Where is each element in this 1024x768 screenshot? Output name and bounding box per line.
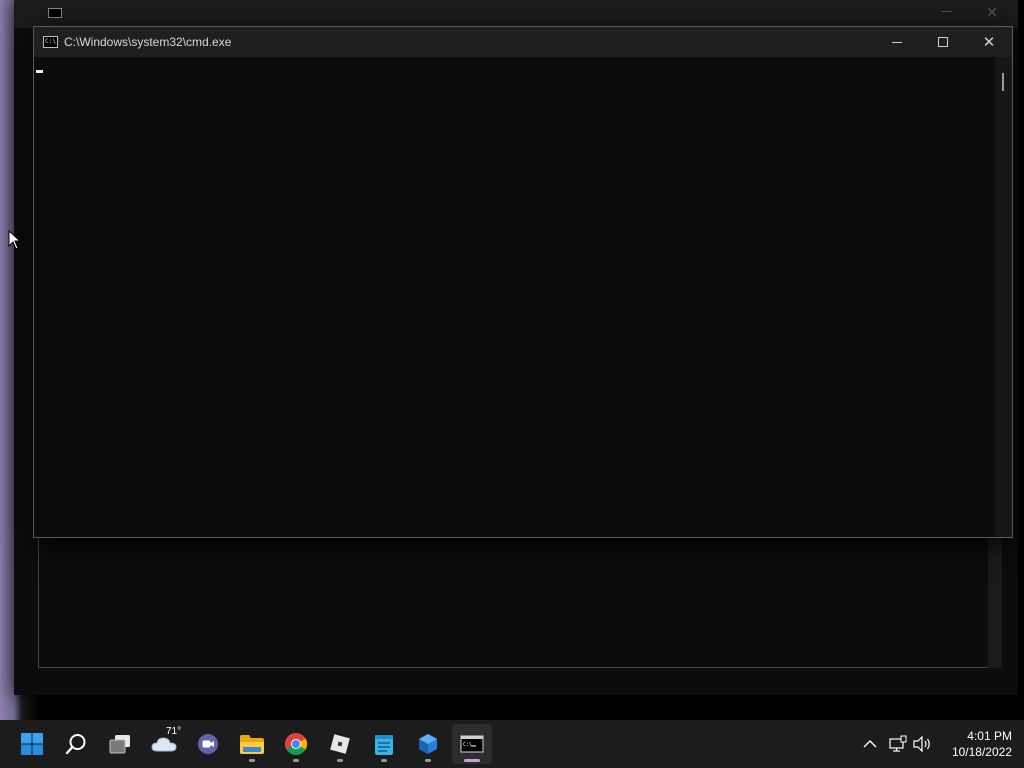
task-view-icon [109,735,130,754]
teams-chat-button[interactable] [188,724,228,764]
system-clock[interactable]: 4:01 PM 10/18/2022 [940,728,1012,760]
chrome-button[interactable] [276,724,316,764]
minimize-button[interactable] [874,27,920,57]
weather-cloud-icon [151,737,177,752]
volume-icon[interactable] [912,734,932,754]
file-explorer-button[interactable] [232,724,272,764]
cmd-titlebar[interactable]: C:\ C:\Windows\system32\cmd.exe ✕ [34,27,1012,57]
terminal-icon: C:\ [43,36,58,48]
minimize-icon [892,41,902,43]
cmd-window[interactable]: C:\ C:\Windows\system32\cmd.exe ✕ [33,26,1013,538]
cmd-taskbar-button[interactable]: C:\ [452,724,492,764]
teams-chat-icon [198,734,218,754]
vertical-scrollbar[interactable] [995,57,1012,537]
search-button[interactable] [56,724,96,764]
close-button[interactable]: ✕ [966,27,1012,57]
blue-cube-icon [419,734,437,754]
minimize-icon[interactable] [942,11,952,12]
notepad-button[interactable] [364,724,404,764]
roblox-icon [330,734,350,754]
maximize-icon [938,37,948,47]
clock-time: 4:01 PM [967,729,1012,743]
app-button[interactable] [408,724,448,764]
close-icon[interactable]: ✕ [986,4,998,21]
search-icon [65,734,86,755]
task-view-button[interactable] [100,724,140,764]
weather-temperature: 71° [166,726,182,737]
svg-text:C:\: C:\ [463,742,472,748]
start-button[interactable] [12,724,52,764]
chrome-icon [285,733,307,755]
network-icon[interactable] [888,734,908,754]
taskbar: 71° C:\ 4:01 PM 10/18/2022 [0,720,1024,768]
window-title: C:\Windows\system32\cmd.exe [64,35,232,49]
clock-date: 10/18/2022 [951,745,1012,759]
close-icon: ✕ [982,33,996,51]
desktop: ✕ C:\ C:\Windows\system32\cmd.exe ✕ [0,0,1024,720]
scrollbar-thumb[interactable] [1002,73,1004,91]
text-cursor [36,70,43,73]
windows-logo-icon [21,733,43,755]
terminal-icon: C:\ [460,735,484,753]
roblox-button[interactable] [320,724,360,764]
terminal-icon [48,8,62,18]
notepad-icon [375,735,393,755]
mouse-pointer-icon [8,230,22,250]
folder-icon [240,735,264,754]
widgets-button[interactable]: 71° [144,724,184,764]
background-window-titlebar[interactable]: ✕ [14,0,1018,28]
console-area[interactable] [34,57,995,537]
maximize-button[interactable] [920,27,966,57]
chevron-up-icon[interactable] [860,734,880,754]
